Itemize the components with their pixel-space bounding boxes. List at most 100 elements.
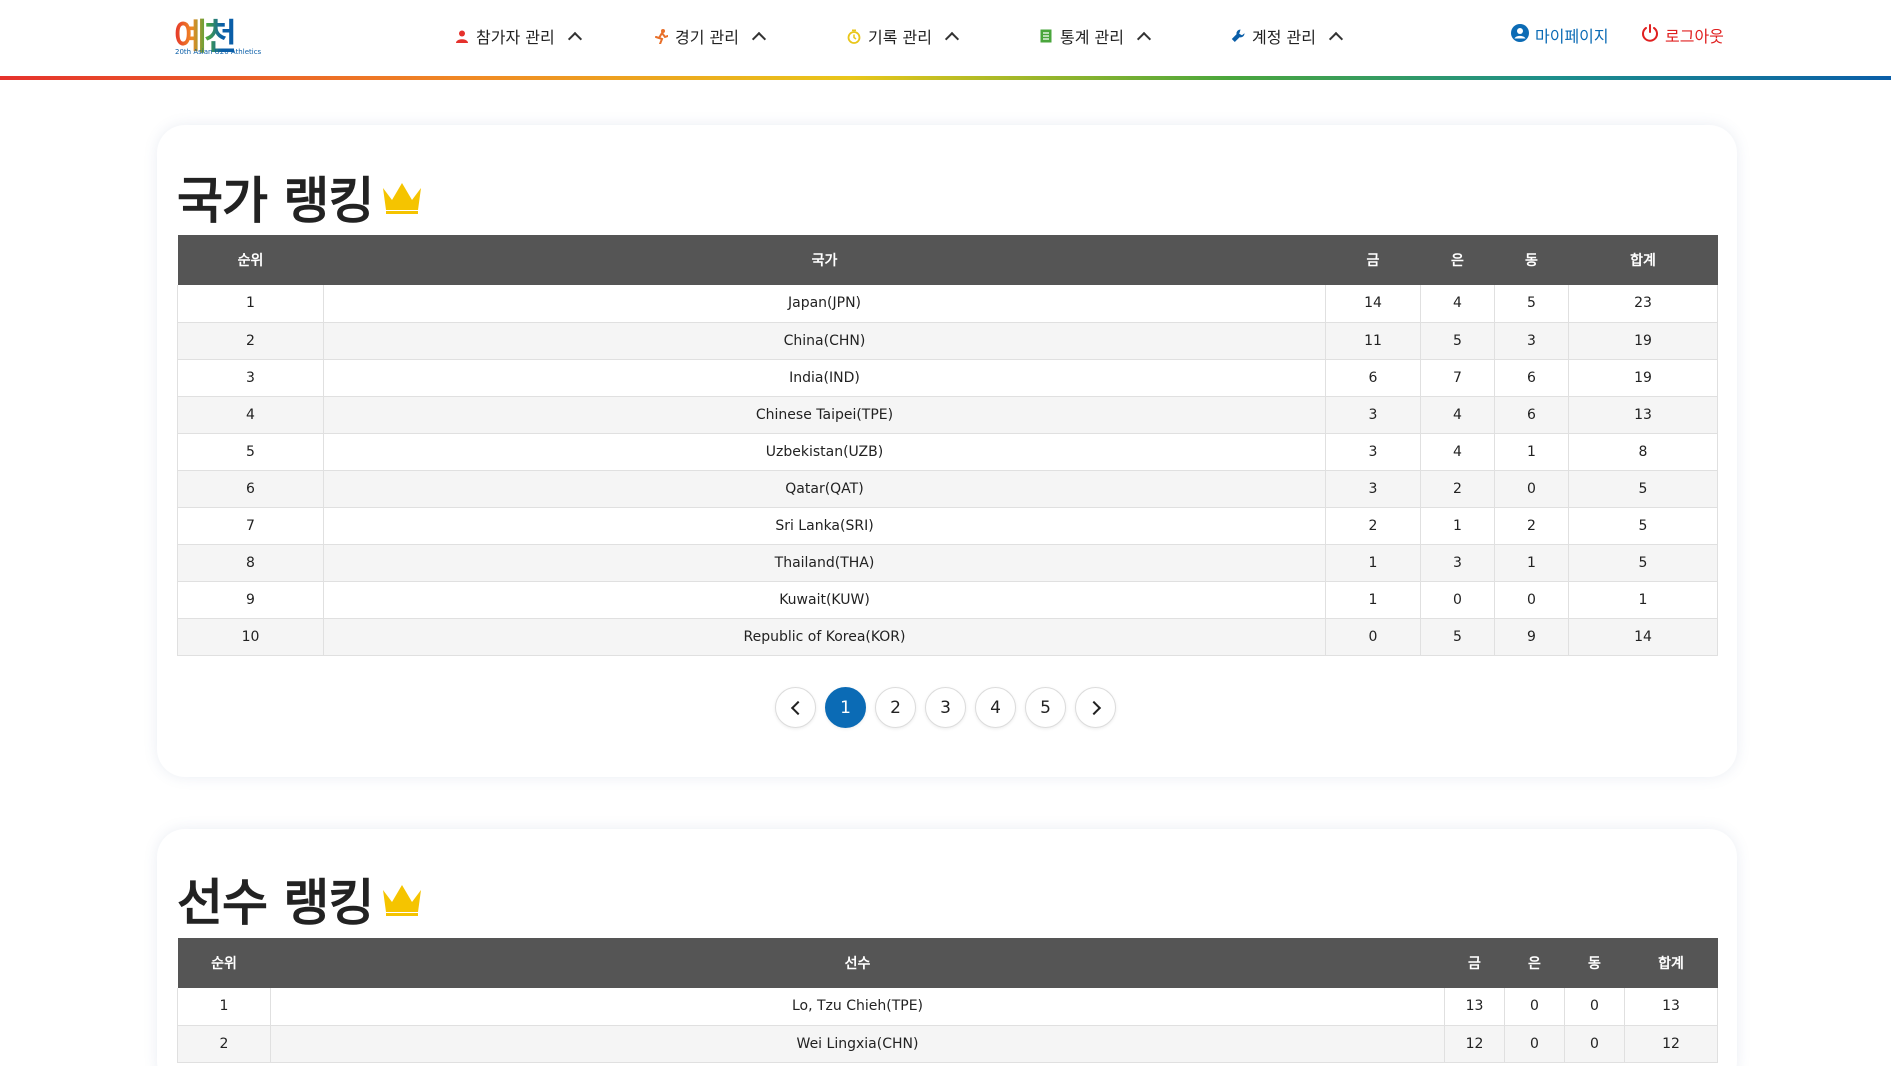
chevron-up-icon xyxy=(1136,31,1152,47)
silver-cell: 0 xyxy=(1504,988,1565,1026)
column-header: 동 xyxy=(1588,956,1601,972)
chevron-left-icon xyxy=(790,700,805,715)
rank-cell: 7 xyxy=(177,507,324,545)
total-cell: 5 xyxy=(1568,470,1718,508)
bronze-cell: 3 xyxy=(1494,322,1569,360)
column-header: 합계 xyxy=(1630,253,1656,269)
gold-cell: 1 xyxy=(1325,544,1421,582)
table-row: 3 India(IND) 6 7 6 19 xyxy=(177,359,1718,397)
rank-cell: 4 xyxy=(177,396,324,434)
column-header: 순위 xyxy=(237,253,264,269)
total-cell: 8 xyxy=(1568,433,1718,471)
gold-cell: 3 xyxy=(1325,433,1421,471)
country-cell: China(CHN) xyxy=(323,322,1326,360)
nav-participant-management[interactable]: 참가자 관리 xyxy=(455,24,582,48)
rank-cell: 10 xyxy=(177,618,324,656)
site-logo[interactable]: 예천 20th Asian U20 Athletics xyxy=(174,12,261,58)
mypage-label: 마이페이지 xyxy=(1535,27,1609,46)
bronze-cell: 1 xyxy=(1494,433,1569,471)
table-row: 6 Qatar(QAT) 3 2 0 5 xyxy=(177,470,1718,508)
logo-subtitle: 20th Asian U20 Athletics xyxy=(175,48,262,56)
country-cell: Japan(JPN) xyxy=(323,285,1326,323)
total-cell: 19 xyxy=(1568,359,1718,397)
bronze-cell: 2 xyxy=(1494,507,1569,545)
total-cell: 13 xyxy=(1624,988,1718,1026)
logout-link[interactable]: 로그아웃 xyxy=(1641,22,1724,48)
person-icon xyxy=(455,29,469,43)
silver-cell: 7 xyxy=(1420,359,1495,397)
table-row: 1 Japan(JPN) 14 4 5 23 xyxy=(177,285,1718,323)
gold-cell: 12 xyxy=(1444,1025,1505,1063)
mypage-link[interactable]: 마이페이지 xyxy=(1511,22,1609,48)
rank-cell: 6 xyxy=(177,470,324,508)
table-row: 9 Kuwait(KUW) 1 0 0 1 xyxy=(177,581,1718,619)
page-button-4[interactable]: 4 xyxy=(975,687,1016,728)
header-gradient-bar xyxy=(0,76,1891,80)
nav-game-management[interactable]: 경기 관리 xyxy=(654,24,767,48)
country-cell: Sri Lanka(SRI) xyxy=(323,507,1326,545)
gold-cell: 14 xyxy=(1325,285,1421,323)
column-header: 순위 xyxy=(211,956,237,972)
total-cell: 1 xyxy=(1568,581,1718,619)
table-row: 1 Lo, Tzu Chieh(TPE) 13 0 0 13 xyxy=(177,988,1718,1026)
table-row: 2 Wei Lingxia(CHN) 12 0 0 12 xyxy=(177,1025,1718,1063)
gold-cell: 3 xyxy=(1325,396,1421,434)
country-cell: India(IND) xyxy=(323,359,1326,397)
chevron-up-icon xyxy=(567,31,582,47)
gold-cell: 0 xyxy=(1325,618,1421,656)
page-button-3[interactable]: 3 xyxy=(925,687,966,728)
gold-cell: 1 xyxy=(1325,581,1421,619)
gold-cell: 11 xyxy=(1325,322,1421,360)
country-ranking-heading: 국가 랭킹 xyxy=(177,161,423,233)
athlete-cell: Lo, Tzu Chieh(TPE) xyxy=(270,988,1445,1026)
column-header: 합계 xyxy=(1658,956,1684,972)
silver-cell: 0 xyxy=(1504,1025,1565,1063)
logout-label: 로그아웃 xyxy=(1665,27,1724,46)
nav-label: 참가자 관리 xyxy=(476,28,555,47)
athlete-cell: Wei Lingxia(CHN) xyxy=(270,1025,1445,1063)
rank-cell: 8 xyxy=(177,544,324,582)
prev-page-button[interactable] xyxy=(775,687,816,728)
nav-statistics-management[interactable]: 통계 관리 xyxy=(1039,24,1152,48)
silver-cell: 4 xyxy=(1420,396,1495,434)
column-header: 선수 xyxy=(844,956,871,972)
bronze-cell: 0 xyxy=(1494,581,1569,619)
column-header: 은 xyxy=(1451,253,1464,269)
nav-record-management[interactable]: 기록 관리 xyxy=(847,24,960,48)
stopwatch-icon xyxy=(847,29,861,44)
next-page-button[interactable] xyxy=(1075,687,1116,728)
chevron-up-icon xyxy=(1328,31,1344,47)
bronze-cell: 0 xyxy=(1564,988,1625,1026)
column-header: 동 xyxy=(1525,253,1538,269)
rank-cell: 2 xyxy=(177,1025,271,1063)
rank-cell: 5 xyxy=(177,433,324,471)
silver-cell: 1 xyxy=(1420,507,1495,545)
total-cell: 23 xyxy=(1568,285,1718,323)
total-cell: 19 xyxy=(1568,322,1718,360)
top-header: 예천 20th Asian U20 Athletics 참가자 관리 경기 관리… xyxy=(0,0,1891,76)
total-cell: 5 xyxy=(1568,544,1718,582)
column-header: 은 xyxy=(1528,956,1541,972)
country-ranking-card: 국가 랭킹 순위 국가 금 은 동 합계 1 Japan(JPN) 14 4 5 23 2… xyxy=(157,125,1737,777)
silver-cell: 4 xyxy=(1420,285,1495,323)
silver-cell: 5 xyxy=(1420,322,1495,360)
runner-icon xyxy=(654,28,668,44)
gold-cell: 6 xyxy=(1325,359,1421,397)
bronze-cell: 1 xyxy=(1494,544,1569,582)
country-cell: Republic of Korea(KOR) xyxy=(323,618,1326,656)
country-cell: Qatar(QAT) xyxy=(323,470,1326,508)
bronze-cell: 9 xyxy=(1494,618,1569,656)
country-ranking-table: 순위 국가 금 은 동 합계 1 Japan(JPN) 14 4 5 23 2 China(… xyxy=(177,235,1718,656)
page-button-1[interactable]: 1 xyxy=(825,687,866,728)
bronze-cell: 6 xyxy=(1494,359,1569,397)
nav-label: 경기 관리 xyxy=(675,28,739,47)
chevron-up-icon xyxy=(751,31,767,47)
silver-cell: 4 xyxy=(1420,433,1495,471)
nav-label: 기록 관리 xyxy=(868,28,932,47)
country-cell: Kuwait(KUW) xyxy=(323,581,1326,619)
column-header: 국가 xyxy=(811,253,838,269)
page-button-2[interactable]: 2 xyxy=(875,687,916,728)
gold-cell: 2 xyxy=(1325,507,1421,545)
nav-account-management[interactable]: 계정 관리 xyxy=(1231,24,1344,48)
page-button-5[interactable]: 5 xyxy=(1025,687,1066,728)
